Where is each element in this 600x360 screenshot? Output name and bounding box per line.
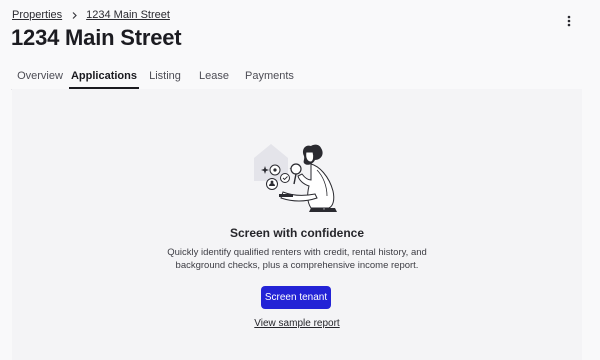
tab-applications[interactable]: Applications xyxy=(69,66,139,89)
chevron-right-icon xyxy=(70,11,79,20)
breadcrumb-properties-link[interactable]: Properties xyxy=(12,9,62,21)
tab-lease[interactable]: Lease xyxy=(197,66,231,88)
breadcrumb-current-link[interactable]: 1234 Main Street xyxy=(86,9,170,21)
tab-payments[interactable]: Payments xyxy=(245,66,294,88)
view-sample-report-link[interactable]: View sample report xyxy=(254,318,339,329)
sample-report-row: View sample report xyxy=(12,318,582,329)
screen-tenant-button[interactable]: Screen tenant xyxy=(261,286,331,309)
breadcrumb: Properties 1234 Main Street xyxy=(12,9,170,21)
tab-overview[interactable]: Overview xyxy=(16,66,64,88)
empty-state-headline: Screen with confidence xyxy=(229,226,365,240)
tab-listing[interactable]: Listing xyxy=(147,66,183,88)
page-title: 1234 Main Street xyxy=(11,25,182,50)
empty-state-description: Quickly identify qualified renters with … xyxy=(167,247,427,271)
tenant-screening-illustration xyxy=(253,136,349,214)
applications-empty-state: Screen with confidence Quickly identify … xyxy=(12,89,582,360)
tab-bar: Overview Applications Listing Lease Paym… xyxy=(11,66,581,90)
more-vertical-icon[interactable] xyxy=(560,12,578,30)
